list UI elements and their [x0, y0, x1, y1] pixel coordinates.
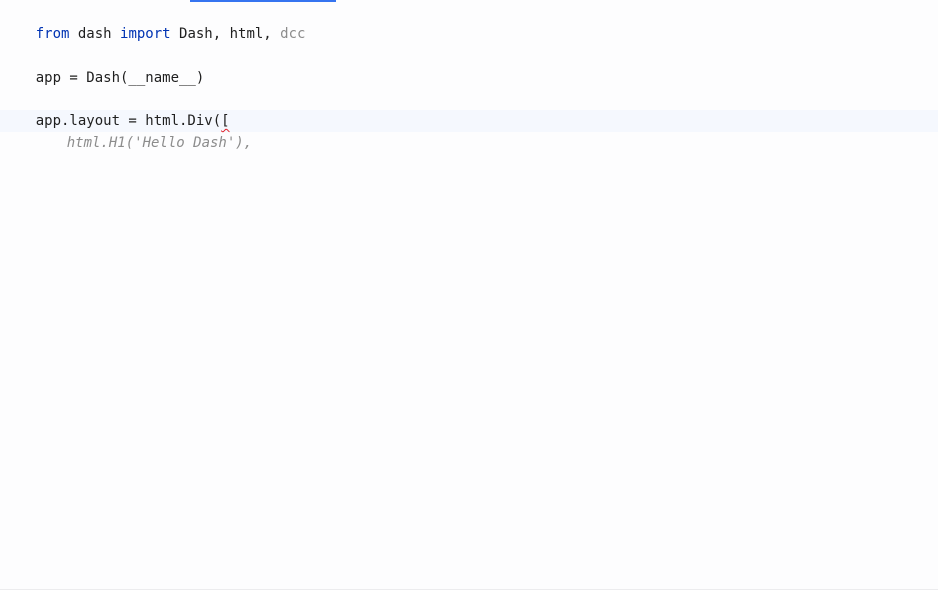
keyword-from: from [35, 26, 70, 42]
code-line-5[interactable]: app.layout = html.Div([ [2, 88, 230, 129]
imported-names: Dash, html, [170, 26, 281, 42]
code-editor[interactable]: from dash import Dash, html, dcc app = D… [0, 0, 938, 590]
code-line-1[interactable]: from dash import Dash, html, dcc [2, 1, 306, 42]
code-line-3[interactable]: app = Dash(__name__) [2, 45, 205, 86]
inline-completion-suggestion: html.H1('Hello Dash'), [66, 135, 253, 151]
code-line-6[interactable]: html.H1('Hello Dash'), [2, 110, 252, 151]
module-name: dash [69, 26, 121, 42]
keyword-import: import [120, 26, 171, 42]
app-assignment: app = Dash(__name__) [35, 70, 205, 86]
unused-import-name: dcc [280, 26, 306, 42]
